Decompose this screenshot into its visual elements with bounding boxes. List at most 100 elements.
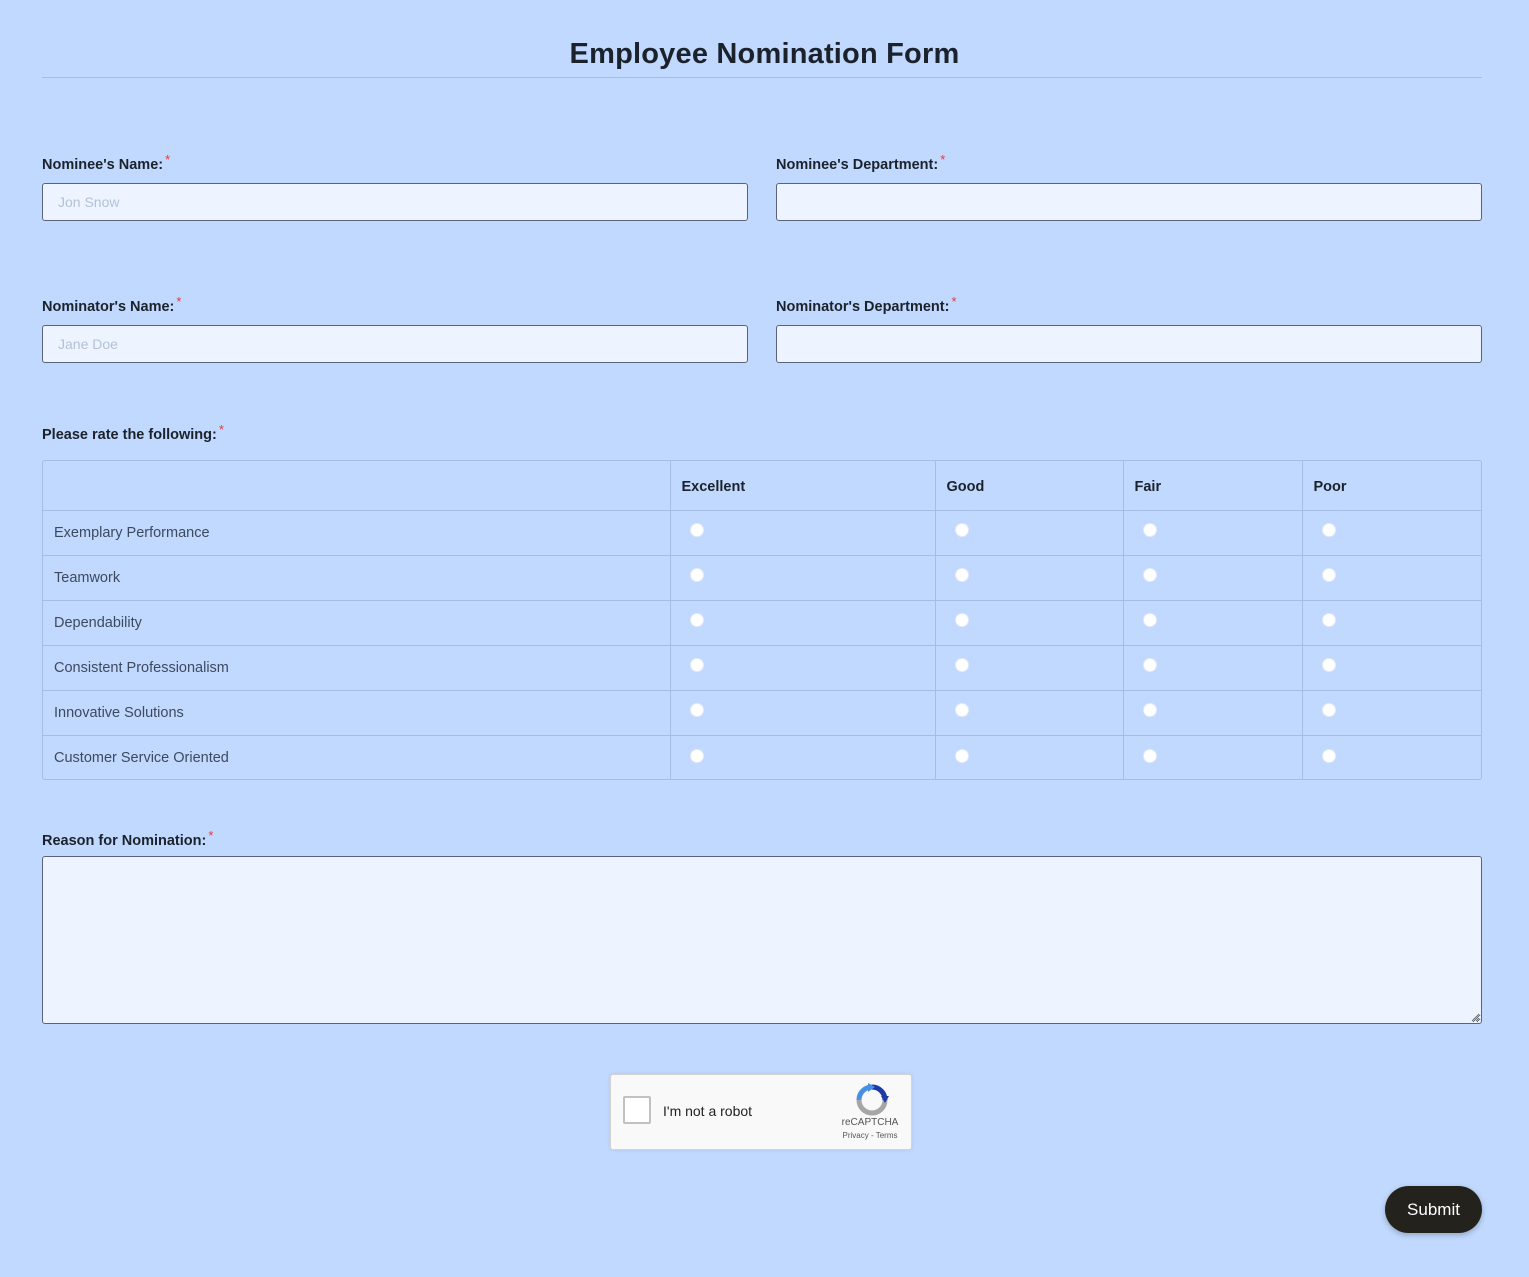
rating-radio-fair[interactable]: [1142, 523, 1157, 538]
required-mark: *: [951, 294, 957, 309]
rating-radio-fair[interactable]: [1142, 748, 1157, 763]
rating-radio-excellent[interactable]: [689, 523, 704, 538]
nominee-name-label-text: Nominee's Name:: [42, 157, 164, 173]
recaptcha-brand: reCAPTCHA: [841, 1117, 899, 1128]
rating-cell: [1123, 510, 1303, 556]
rating-matrix: Excellent Good Fair Poor Exemplary Perfo…: [42, 460, 1482, 780]
rating-radio-poor[interactable]: [1321, 658, 1336, 673]
recaptcha-label: I'm not a robot: [663, 1103, 753, 1119]
rating-cell: [1302, 555, 1481, 601]
rating-row-label: Customer Service Oriented: [43, 735, 671, 780]
rating-radio-fair[interactable]: [1142, 703, 1157, 718]
recaptcha-privacy-link[interactable]: Privacy: [843, 1131, 869, 1140]
rating-column-fair: Fair: [1123, 461, 1303, 511]
rating-radio-poor[interactable]: [1321, 748, 1336, 763]
rating-row: Dependability: [43, 600, 1481, 646]
page-title: Employee Nomination Form: [569, 38, 960, 70]
rating-cell: [935, 555, 1124, 601]
rating-cell: [935, 690, 1124, 736]
rating-row: Innovative Solutions: [43, 690, 1481, 736]
reason-textarea[interactable]: [42, 856, 1482, 1024]
nominator-department-input[interactable]: [776, 325, 1482, 363]
recaptcha-terms-link[interactable]: Terms: [876, 1131, 898, 1140]
required-mark: *: [165, 152, 171, 167]
recaptcha-checkbox[interactable]: [623, 1096, 651, 1124]
nominee-department-field: Nominee's Department: *: [776, 152, 1482, 221]
rating-cell: [670, 645, 936, 691]
rating-row-label: Dependability: [43, 600, 671, 646]
rating-radio-fair[interactable]: [1142, 613, 1157, 628]
rating-radio-poor[interactable]: [1321, 568, 1336, 583]
rating-column-excellent: Excellent: [670, 461, 936, 511]
rating-radio-poor[interactable]: [1321, 523, 1336, 538]
required-mark: *: [176, 294, 182, 309]
required-mark: *: [208, 828, 214, 843]
rating-column-good: Good: [935, 461, 1124, 511]
rating-cell: [1302, 510, 1481, 556]
rating-radio-excellent[interactable]: [689, 613, 704, 628]
rating-radio-fair[interactable]: [1142, 658, 1157, 673]
rating-radio-good[interactable]: [954, 658, 969, 673]
rating-radio-excellent[interactable]: [689, 748, 704, 763]
rating-radio-good[interactable]: [954, 523, 969, 538]
nominator-name-input[interactable]: [42, 325, 748, 363]
rating-cell: [670, 555, 936, 601]
nominator-name-label: Nominator's Name: *: [42, 294, 748, 317]
nominator-department-label: Nominator's Department: *: [776, 294, 1482, 317]
rating-row: Teamwork: [43, 555, 1481, 601]
rating-cell: [1302, 645, 1481, 691]
rating-cell: [670, 510, 936, 556]
rating-radio-excellent[interactable]: [689, 703, 704, 718]
rating-cell: [1123, 645, 1303, 691]
rating-cell: [670, 690, 936, 736]
required-mark: *: [218, 422, 224, 437]
rating-radio-poor[interactable]: [1321, 613, 1336, 628]
rating-row-label: Teamwork: [43, 555, 671, 601]
rating-row-label: Consistent Professionalism: [43, 645, 671, 691]
rating-cell: [935, 645, 1124, 691]
rating-cell: [1123, 690, 1303, 736]
reason-label: Reason for Nomination: *: [42, 828, 214, 851]
rating-cell: [670, 600, 936, 646]
rating-radio-good[interactable]: [954, 703, 969, 718]
rating-header-row: Excellent Good Fair Poor: [43, 461, 1481, 511]
nominee-name-label: Nominee's Name: *: [42, 152, 748, 175]
rating-radio-poor[interactable]: [1321, 703, 1336, 718]
rating-header-blank: [43, 461, 671, 511]
rating-label: Please rate the following: *: [42, 422, 224, 445]
rating-cell: [1302, 735, 1481, 780]
nominator-name-label-text: Nominator's Name:: [42, 299, 175, 315]
rating-cell: [1123, 735, 1303, 780]
rating-cell: [1123, 555, 1303, 601]
nominee-department-label-text: Nominee's Department:: [776, 157, 939, 173]
rating-label-text: Please rate the following:: [42, 427, 217, 443]
recaptcha-link-separator: -: [868, 1131, 876, 1140]
rating-radio-good[interactable]: [954, 613, 969, 628]
rating-radio-good[interactable]: [954, 748, 969, 763]
nominee-department-input[interactable]: [776, 183, 1482, 221]
rating-table: Excellent Good Fair Poor Exemplary Perfo…: [43, 461, 1481, 780]
title-divider: [42, 77, 1482, 78]
rating-cell: [935, 735, 1124, 780]
resize-grip-icon[interactable]: [1470, 1012, 1480, 1022]
rating-radio-excellent[interactable]: [689, 568, 704, 583]
recaptcha-logo-icon: [856, 1083, 889, 1116]
nominator-department-label-text: Nominator's Department:: [776, 299, 950, 315]
submit-button[interactable]: Submit: [1385, 1186, 1482, 1233]
rating-cell: [1302, 600, 1481, 646]
rating-cell: [1302, 690, 1481, 736]
rating-radio-excellent[interactable]: [689, 658, 704, 673]
rating-row-label: Exemplary Performance: [43, 510, 671, 556]
required-mark: *: [940, 152, 946, 167]
nominee-name-field: Nominee's Name: *: [42, 152, 748, 221]
nominee-department-label: Nominee's Department: *: [776, 152, 1482, 175]
rating-cell: [935, 600, 1124, 646]
nominator-department-field: Nominator's Department: *: [776, 294, 1482, 363]
nominee-name-input[interactable]: [42, 183, 748, 221]
reason-label-text: Reason for Nomination:: [42, 833, 207, 849]
nominator-name-field: Nominator's Name: *: [42, 294, 748, 363]
rating-radio-fair[interactable]: [1142, 568, 1157, 583]
rating-radio-good[interactable]: [954, 568, 969, 583]
rating-column-poor: Poor: [1302, 461, 1481, 511]
rating-cell: [1123, 600, 1303, 646]
